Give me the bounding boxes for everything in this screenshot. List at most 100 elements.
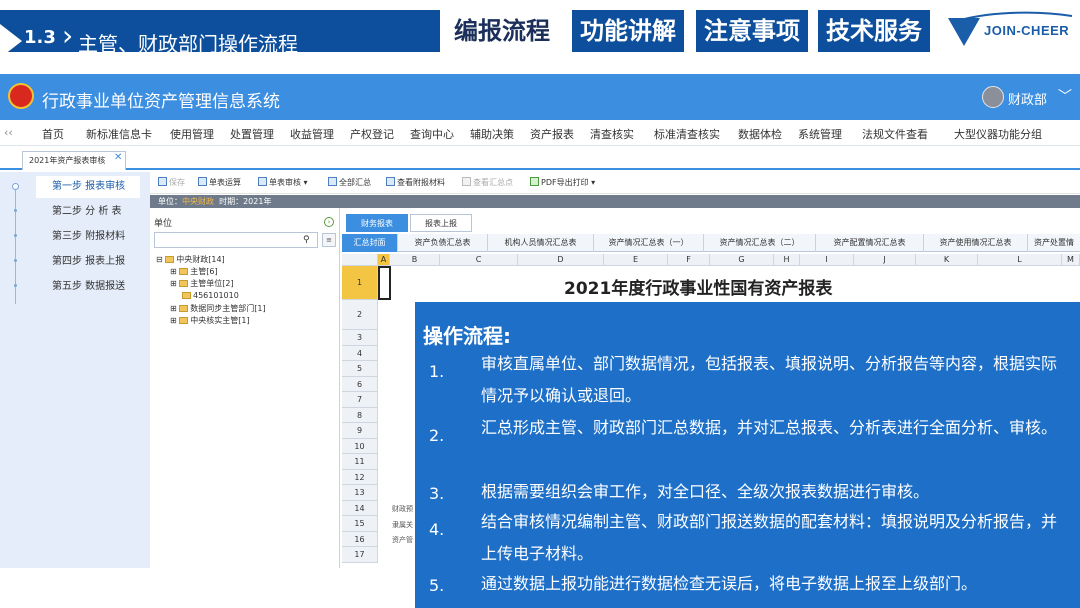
nav-tab-process[interactable]: 编报流程: [446, 10, 558, 52]
sheet-tab-submit[interactable]: 报表上报: [410, 214, 472, 232]
column-header[interactable]: L: [978, 254, 1062, 266]
menu-item-instruments[interactable]: 大型仪器功能分组: [954, 126, 1042, 142]
pdf-export-button[interactable]: PDF导出打印 ▾: [530, 177, 595, 188]
cell-text[interactable]: 隶属关: [392, 520, 413, 530]
cell-text[interactable]: 资产管: [392, 535, 413, 545]
row-header[interactable]: 8: [342, 407, 378, 423]
subtab-assets-1[interactable]: 资产情况汇总表（一）: [594, 234, 704, 252]
single-audit-button[interactable]: 单表审核 ▾: [258, 177, 308, 188]
column-header[interactable]: I: [800, 254, 854, 266]
active-cell[interactable]: [378, 266, 391, 300]
row-header[interactable]: 1: [342, 266, 378, 300]
menu-item-decision[interactable]: 辅助决策: [470, 126, 514, 142]
summary-point-icon: [462, 177, 471, 186]
nav-tab-notes[interactable]: 注意事项: [696, 10, 808, 52]
view-attachments-button[interactable]: 查看附报材料: [386, 177, 445, 188]
subtab-staff[interactable]: 机构人员情况汇总表: [488, 234, 594, 252]
row-header[interactable]: 4: [342, 345, 378, 361]
subtab-allocation[interactable]: 资产配置情况汇总表: [816, 234, 924, 252]
subtab-usage[interactable]: 资产使用情况汇总表: [924, 234, 1028, 252]
step-item-submit[interactable]: 第四步 报表上报: [36, 251, 140, 273]
tree-node-root[interactable]: ⊟ 中央财政[14]: [156, 254, 225, 265]
column-header[interactable]: D: [518, 254, 604, 266]
step-item-send[interactable]: 第五步 数据报送: [36, 276, 140, 298]
menu-item-disposal[interactable]: 处置管理: [230, 126, 274, 142]
tree-expand-icon[interactable]: ›: [324, 217, 334, 227]
column-header[interactable]: K: [916, 254, 978, 266]
column-header[interactable]: J: [854, 254, 916, 266]
row-header[interactable]: 13: [342, 485, 378, 501]
step-item-attachments[interactable]: 第三步 附报材料: [36, 226, 140, 248]
column-header[interactable]: C: [440, 254, 518, 266]
row-header[interactable]: 16: [342, 531, 378, 547]
menu-item-home[interactable]: 首页: [42, 126, 64, 142]
tree-node[interactable]: ⊞ 中央核实主管[1]: [170, 315, 250, 326]
row-header[interactable]: 5: [342, 361, 378, 377]
step-text: 汇总形成主管、财政部门汇总数据，并对汇总报表、分析表进行全面分析、审核。: [481, 418, 1058, 437]
tree-node[interactable]: ⊞ 数据同步主管部门[1]: [170, 303, 266, 314]
step-text: 审核直属单位、部门数据情况，包括报表、填报说明、分析报告等内容，根据实际情况予以…: [481, 354, 1058, 405]
user-name[interactable]: 财政部: [1008, 89, 1047, 108]
tree-search-input[interactable]: [154, 232, 318, 248]
step-item-audit[interactable]: 第一步 报表审核: [36, 176, 140, 198]
row-header[interactable]: 7: [342, 392, 378, 408]
search-icon[interactable]: ⚲: [303, 235, 310, 245]
step-number: 4.: [429, 520, 445, 539]
sheet-tab-financial[interactable]: 财务报表: [346, 214, 408, 232]
save-button[interactable]: 保存: [158, 177, 185, 188]
row-header[interactable]: 11: [342, 454, 378, 470]
nav-tab-support[interactable]: 技术服务: [818, 10, 930, 52]
tree-node[interactable]: ⊞ 主管[6]: [170, 266, 218, 277]
column-header[interactable]: F: [668, 254, 710, 266]
tree-filter-button[interactable]: ≡: [322, 233, 336, 247]
unit-tree-panel: 单位 › ⚲ ≡ ⊟ 中央财政[14] ⊞ 主管[6] ⊞ 主管单位[2] 45…: [150, 208, 340, 568]
row-header[interactable]: 6: [342, 376, 378, 392]
nav-tab-features[interactable]: 功能讲解: [572, 10, 684, 52]
chevron-down-icon[interactable]: ﹀: [1058, 86, 1072, 106]
view-summary-point-button[interactable]: 查看汇总点: [462, 177, 513, 188]
row-header[interactable]: 9: [342, 423, 378, 439]
user-avatar[interactable]: [982, 86, 1004, 108]
row-header[interactable]: 3: [342, 330, 378, 346]
menu-item-regulations[interactable]: 法规文件查看: [862, 126, 928, 142]
column-header[interactable]: M: [1062, 254, 1080, 266]
doc-tab-report-audit[interactable]: 2021年资产报表审核 ✕: [22, 149, 127, 170]
tree-node[interactable]: ⊞ 主管单位[2]: [170, 278, 234, 289]
subtab-assets-2[interactable]: 资产情况汇总表（二）: [704, 234, 816, 252]
row-header[interactable]: 10: [342, 438, 378, 454]
column-header[interactable]: E: [604, 254, 668, 266]
cell-text[interactable]: 财政预: [392, 504, 413, 514]
report-toolbar: 保存 单表运算 单表审核 ▾ 全部汇总 查看附报材料 查看汇总点 PDF导出打印…: [150, 172, 1080, 194]
document-tabs: 2021年资产报表审核 ✕: [0, 146, 1080, 170]
menu-item-verify[interactable]: 清查核实: [590, 126, 634, 142]
single-calc-button[interactable]: 单表运算: [198, 177, 241, 188]
tree-node[interactable]: 456101010: [182, 291, 239, 300]
subtab-balance[interactable]: 资产负债汇总表: [398, 234, 488, 252]
row-header[interactable]: 14: [342, 500, 378, 516]
step-sidebar: 第一步 报表审核 第二步 分 析 表 第三步 附报材料 第四步 报表上报 第五步…: [0, 172, 150, 568]
menu-item-usage[interactable]: 使用管理: [170, 126, 214, 142]
subtab-cover[interactable]: 汇总封面: [342, 234, 398, 252]
row-header[interactable]: 12: [342, 469, 378, 485]
row-header[interactable]: 15: [342, 516, 378, 532]
step-item-analysis[interactable]: 第二步 分 析 表: [36, 201, 140, 223]
menu-item-system[interactable]: 系统管理: [798, 126, 842, 142]
menu-item-query[interactable]: 查询中心: [410, 126, 454, 142]
full-summary-button[interactable]: 全部汇总: [328, 177, 371, 188]
doc-tab-label: 2021年资产报表审核: [29, 156, 106, 165]
row-header[interactable]: 17: [342, 547, 378, 563]
subtab-disposal[interactable]: 资产处置情: [1028, 234, 1080, 252]
menu-item-std-verify[interactable]: 标准清查核实: [654, 126, 720, 142]
menu-collapse-icon[interactable]: ‹‹: [4, 126, 13, 139]
column-header[interactable]: H: [774, 254, 800, 266]
column-header[interactable]: G: [710, 254, 774, 266]
menu-item-revenue[interactable]: 收益管理: [290, 126, 334, 142]
menu-item-info-card[interactable]: 新标准信息卡: [86, 126, 152, 142]
column-header[interactable]: B: [390, 254, 440, 266]
close-icon[interactable]: ✕: [114, 149, 122, 167]
menu-item-data-check[interactable]: 数据体检: [738, 126, 782, 142]
row-header[interactable]: 2: [342, 300, 378, 330]
column-header[interactable]: A: [378, 254, 390, 266]
menu-item-property[interactable]: 产权登记: [350, 126, 394, 142]
menu-item-reports[interactable]: 资产报表: [530, 126, 574, 142]
